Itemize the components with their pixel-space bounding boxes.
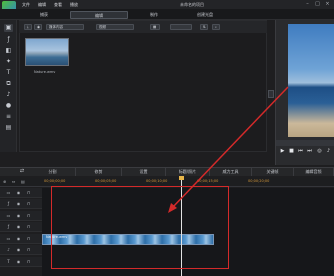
prev-icon[interactable]: ⏮ [297,148,304,155]
eye-icon[interactable]: ◉ [16,201,21,206]
search-icon[interactable]: ⌕ [212,24,220,30]
eye-icon[interactable]: ◉ [16,213,21,218]
playhead-handle[interactable] [179,176,184,180]
capture-icon[interactable]: ◉ [34,24,42,30]
tab-produce[interactable]: 制作 [140,11,168,19]
ruler-time-0: 00;00;00;00 [44,179,66,183]
lock-icon[interactable]: ⊓ [26,190,31,195]
menu-edit[interactable]: 编辑 [38,1,46,8]
timeline-mode-icon[interactable]: ⇄ [18,168,26,175]
eye-icon[interactable]: ◉ [16,247,21,252]
volume-icon[interactable]: ♪ [325,148,332,155]
lock-icon[interactable]: ⊓ [26,247,31,252]
lock-icon[interactable]: ⊓ [26,224,31,229]
track-title-icon: T [7,259,10,264]
timeline-zoom-icon[interactable]: ⊕ [3,179,6,184]
ruler-time-4: 00;00;20;00 [248,179,270,183]
play-icon[interactable]: ▶ [279,148,286,155]
maximize-icon[interactable]: □ [314,1,321,8]
transition-room-icon[interactable]: ⧉ [4,80,13,88]
chapter-room-icon[interactable]: ≡ [4,113,13,121]
ruler-time-3: 00;00;15;00 [197,179,219,183]
particle-room-icon[interactable]: ✦ [4,58,13,66]
next-icon[interactable]: ⏭ [306,148,313,155]
eye-icon[interactable]: ◉ [16,190,21,195]
preview-image [288,24,334,137]
annotation-highlight-box [51,186,229,269]
track-manager-icon[interactable]: ▤ [21,179,25,184]
menu-file[interactable]: 文件 [22,1,30,8]
track-header-title: T ◉ ⊓ [0,257,42,267]
stop-icon[interactable]: ■ [288,148,295,155]
track-fx-icon: ƒ [7,224,10,229]
minimize-icon[interactable]: – [304,1,311,8]
power-tools-button[interactable]: 威力工具 [210,167,252,176]
ruler-time-2: 00;00;10;00 [146,179,168,183]
tab-create-disc[interactable]: 创建光盘 [185,11,225,19]
track-header-fx-2: ƒ ◉ ⊓ [0,222,42,232]
snapshot-icon[interactable]: ◎ [316,148,323,155]
track-header-audio: ♪ ◉ ⊓ [0,245,42,255]
pip-room-icon[interactable]: ◧ [4,47,13,55]
media-filter-select[interactable]: 媒体内容 [46,24,84,30]
lock-icon[interactable]: ⊓ [26,201,31,206]
lock-icon[interactable]: ⊓ [26,259,31,264]
track-header-video-1: ▭ ◉ ⊓ [0,188,42,198]
title-photo-button[interactable]: 标题/照片 [166,167,210,176]
track-video-icon: ▭ [6,213,11,218]
subtitle-room-icon[interactable]: ▤ [4,124,13,132]
zoom-slider[interactable] [170,24,192,30]
view-select[interactable]: 视频 [96,24,134,30]
eye-icon[interactable]: ◉ [16,236,21,241]
split-button[interactable]: 分割 [30,167,76,176]
voice-over-icon[interactable]: ● [4,102,13,110]
menu-view[interactable]: 查看 [54,1,62,8]
close-icon[interactable]: × [324,1,331,8]
track-fx-icon: ƒ [7,201,10,206]
ruler-time-1: 00;00;05;00 [95,179,117,183]
track-video-icon: ▭ [6,190,11,195]
track-header-video-2: ▭ ◉ ⊓ [0,211,42,221]
panel-collapse-handle[interactable] [268,90,274,98]
title-room-icon[interactable]: T [4,69,13,77]
clip-thumbnail[interactable] [25,38,69,66]
track-header-video-3: ▭ ◉ ⊓ [0,234,42,244]
grid-view-icon[interactable]: ▦ [150,24,160,30]
menu-bar [0,0,334,9]
media-room-icon[interactable]: ▣ [4,24,13,32]
tab-edit[interactable]: 编辑 [70,11,128,19]
track-audio-icon: ♪ [7,247,10,252]
audio-mixing-icon[interactable]: ♪ [4,91,13,99]
eye-icon[interactable]: ◉ [16,259,21,264]
sort-icon[interactable]: ⇅ [200,24,208,30]
lock-icon[interactable]: ⊓ [26,236,31,241]
import-icon[interactable]: ⤓ [24,24,32,30]
edit-audio-button[interactable]: 编辑音频 [294,167,334,176]
menu-play[interactable]: 播放 [70,1,78,8]
settings-button[interactable]: 设置 [122,167,166,176]
lock-icon[interactable]: ⊓ [26,213,31,218]
fit-timeline-icon[interactable]: ⇔ [12,179,15,184]
tab-capture[interactable]: 捕获 [30,11,58,19]
preview-timecode-bar [276,140,334,146]
fx-room-icon[interactable]: ƒ [4,36,13,44]
keyframe-button[interactable]: 关键帧 [252,167,294,176]
track-video-icon: ▭ [6,236,11,241]
track-header-fx: ƒ ◉ ⊓ [0,199,42,209]
eye-icon[interactable]: ◉ [16,224,21,229]
clip-thumbnail-label: Nature.wmv [34,70,56,74]
trim-button[interactable]: 修剪 [76,167,122,176]
window-title: 未命名的项目 [180,2,204,7]
